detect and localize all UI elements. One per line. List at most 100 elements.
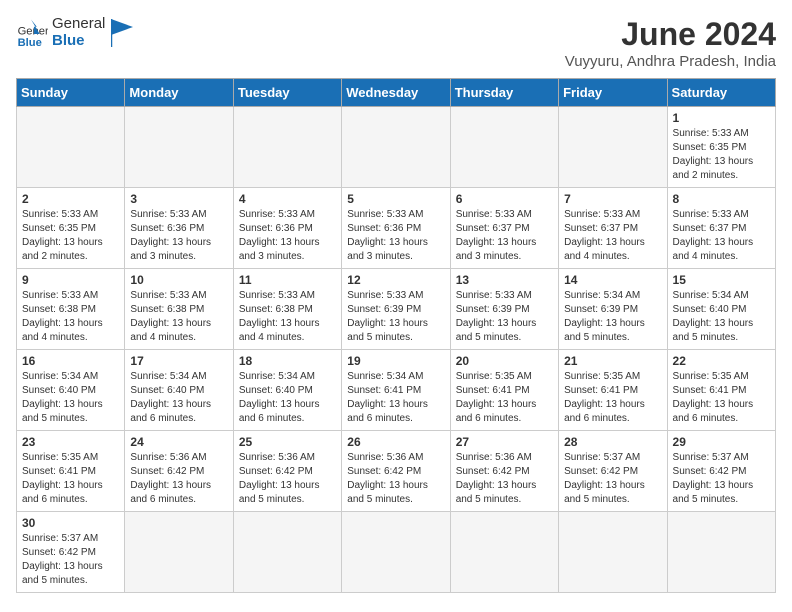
calendar-cell-24: 24Sunrise: 5:36 AM Sunset: 6:42 PM Dayli…: [125, 431, 233, 512]
calendar-cell-11: 11 Sunrise: 5:33 AM Sunset: 6:38 PM Dayli…: [233, 269, 341, 350]
day-number: 26: [347, 435, 444, 449]
weekday-header-sunday: Sunday: [17, 79, 125, 107]
day-number: 8: [673, 192, 770, 206]
day-info: Sunrise: 5:33 AM Sunset: 6:37 PM Dayligh…: [673, 208, 770, 264]
calendar-cell-6: 6 Sunrise: 5:33 AM Sunset: 6:37 PM Daylig…: [450, 188, 558, 269]
day-info: Sunrise: 5:35 AM Sunset: 6:41 PM Dayligh…: [564, 370, 661, 426]
day-number: 11: [239, 273, 336, 287]
weekday-header-tuesday: Tuesday: [233, 79, 341, 107]
calendar-cell-4: 4Sunrise: 5:33 AM Sunset: 6:36 PM Daylig…: [233, 188, 341, 269]
weekday-header-thursday: Thursday: [450, 79, 558, 107]
calendar-cell-26: 26 Sunrise: 5:36 AM Sunset: 6:42 PM Dayli…: [342, 431, 450, 512]
calendar-cell-15: 15 Sunrise: 5:34 AM Sunset: 6:40 PM Dayli…: [667, 269, 775, 350]
weekday-header-monday: Monday: [125, 79, 233, 107]
calendar-cell-empty: [17, 107, 125, 188]
calendar-cell-30: 30Sunrise: 5:37 AM Sunset: 6:42 PM Dayli…: [17, 512, 125, 593]
day-info: Sunrise: 5:33 AM Sunset: 6:36 PM Dayligh…: [130, 208, 227, 264]
day-number: 12: [347, 273, 444, 287]
day-number: 2: [22, 192, 119, 206]
calendar-cell-empty: [233, 512, 341, 593]
calendar-cell-5: 5Sunrise: 5:33 AM Sunset: 6:36 PM Daylig…: [342, 188, 450, 269]
day-number: 17: [130, 354, 227, 368]
day-info: Sunrise: 5:33 AM Sunset: 6:35 PM Dayligh…: [673, 127, 770, 183]
calendar-cell-empty: [342, 107, 450, 188]
calendar-cell-8: 8 Sunrise: 5:33 AM Sunset: 6:37 PM Daylig…: [667, 188, 775, 269]
logo-icon: General Blue: [16, 17, 48, 49]
header: General Blue General Blue June 2024 Vuyy…: [16, 16, 776, 70]
calendar-cell-21: 21 Sunrise: 5:35 AM Sunset: 6:41 PM Dayli…: [559, 350, 667, 431]
day-info: Sunrise: 5:33 AM Sunset: 6:38 PM Dayligh…: [22, 289, 119, 345]
calendar-cell-14: 14 Sunrise: 5:34 AM Sunset: 6:39 PM Dayli…: [559, 269, 667, 350]
calendar-cell-empty: [450, 107, 558, 188]
logo: General Blue General Blue: [16, 16, 133, 49]
day-info: Sunrise: 5:34 AM Sunset: 6:40 PM Dayligh…: [673, 289, 770, 345]
day-number: 1: [673, 111, 770, 125]
day-number: 23: [22, 435, 119, 449]
day-info: Sunrise: 5:34 AM Sunset: 6:40 PM Dayligh…: [130, 370, 227, 426]
calendar-week-4: 23 Sunrise: 5:35 AM Sunset: 6:41 PM Dayli…: [17, 431, 776, 512]
day-number: 18: [239, 354, 336, 368]
day-info: Sunrise: 5:37 AM Sunset: 6:42 PM Dayligh…: [673, 451, 770, 507]
day-info: Sunrise: 5:33 AM Sunset: 6:38 PM Dayligh…: [130, 289, 227, 345]
day-number: 6: [456, 192, 553, 206]
day-number: 16: [22, 354, 119, 368]
calendar-cell-20: 20Sunrise: 5:35 AM Sunset: 6:41 PM Dayli…: [450, 350, 558, 431]
calendar-cell-25: 25Sunrise: 5:36 AM Sunset: 6:42 PM Dayli…: [233, 431, 341, 512]
day-info: Sunrise: 5:36 AM Sunset: 6:42 PM Dayligh…: [130, 451, 227, 507]
logo-general: General: [52, 16, 105, 33]
day-info: Sunrise: 5:34 AM Sunset: 6:39 PM Dayligh…: [564, 289, 661, 345]
calendar-cell-2: 2 Sunrise: 5:33 AM Sunset: 6:35 PM Daylig…: [17, 188, 125, 269]
calendar-cell-29: 29 Sunrise: 5:37 AM Sunset: 6:42 PM Dayli…: [667, 431, 775, 512]
day-number: 7: [564, 192, 661, 206]
calendar-cell-empty: [450, 512, 558, 593]
day-info: Sunrise: 5:33 AM Sunset: 6:39 PM Dayligh…: [456, 289, 553, 345]
calendar-cell-16: 16 Sunrise: 5:34 AM Sunset: 6:40 PM Dayli…: [17, 350, 125, 431]
day-info: Sunrise: 5:35 AM Sunset: 6:41 PM Dayligh…: [673, 370, 770, 426]
day-info: Sunrise: 5:33 AM Sunset: 6:36 PM Dayligh…: [239, 208, 336, 264]
svg-text:Blue: Blue: [18, 36, 42, 48]
day-number: 9: [22, 273, 119, 287]
calendar-cell-empty: [559, 512, 667, 593]
calendar-cell-empty: [125, 107, 233, 188]
calendar-cell-22: 22 Sunrise: 5:35 AM Sunset: 6:41 PM Dayli…: [667, 350, 775, 431]
calendar-cell-empty: [125, 512, 233, 593]
calendar-cell-empty: [559, 107, 667, 188]
title-area: June 2024 Vuyyuru, Andhra Pradesh, India: [565, 16, 776, 70]
calendar-cell-1: 1 Sunrise: 5:33 AM Sunset: 6:35 PM Daylig…: [667, 107, 775, 188]
calendar-week-2: 9 Sunrise: 5:33 AM Sunset: 6:38 PM Daylig…: [17, 269, 776, 350]
weekday-header-friday: Friday: [559, 79, 667, 107]
calendar-table: SundayMondayTuesdayWednesdayThursdayFrid…: [16, 78, 776, 593]
day-info: Sunrise: 5:36 AM Sunset: 6:42 PM Dayligh…: [456, 451, 553, 507]
calendar-cell-28: 28Sunrise: 5:37 AM Sunset: 6:42 PM Dayli…: [559, 431, 667, 512]
calendar-cell-17: 17 Sunrise: 5:34 AM Sunset: 6:40 PM Dayli…: [125, 350, 233, 431]
day-number: 19: [347, 354, 444, 368]
day-info: Sunrise: 5:33 AM Sunset: 6:37 PM Dayligh…: [456, 208, 553, 264]
day-info: Sunrise: 5:34 AM Sunset: 6:40 PM Dayligh…: [22, 370, 119, 426]
day-number: 29: [673, 435, 770, 449]
calendar-cell-9: 9 Sunrise: 5:33 AM Sunset: 6:38 PM Daylig…: [17, 269, 125, 350]
calendar-cell-12: 12Sunrise: 5:33 AM Sunset: 6:39 PM Dayli…: [342, 269, 450, 350]
day-info: Sunrise: 5:34 AM Sunset: 6:40 PM Dayligh…: [239, 370, 336, 426]
calendar-cell-empty: [667, 512, 775, 593]
day-info: Sunrise: 5:37 AM Sunset: 6:42 PM Dayligh…: [22, 532, 119, 588]
calendar-cell-empty: [342, 512, 450, 593]
day-number: 25: [239, 435, 336, 449]
day-number: 27: [456, 435, 553, 449]
day-number: 14: [564, 273, 661, 287]
calendar-cell-3: 3Sunrise: 5:33 AM Sunset: 6:36 PM Daylig…: [125, 188, 233, 269]
day-info: Sunrise: 5:33 AM Sunset: 6:38 PM Dayligh…: [239, 289, 336, 345]
calendar-week-5: 30Sunrise: 5:37 AM Sunset: 6:42 PM Dayli…: [17, 512, 776, 593]
day-number: 15: [673, 273, 770, 287]
logo-flag-icon: [111, 19, 133, 47]
calendar-cell-27: 27 Sunrise: 5:36 AM Sunset: 6:42 PM Dayli…: [450, 431, 558, 512]
calendar-week-1: 2 Sunrise: 5:33 AM Sunset: 6:35 PM Daylig…: [17, 188, 776, 269]
day-number: 22: [673, 354, 770, 368]
day-info: Sunrise: 5:33 AM Sunset: 6:35 PM Dayligh…: [22, 208, 119, 264]
calendar-week-0: 1 Sunrise: 5:33 AM Sunset: 6:35 PM Daylig…: [17, 107, 776, 188]
day-number: 21: [564, 354, 661, 368]
calendar-cell-19: 19Sunrise: 5:34 AM Sunset: 6:41 PM Dayli…: [342, 350, 450, 431]
day-info: Sunrise: 5:35 AM Sunset: 6:41 PM Dayligh…: [22, 451, 119, 507]
day-info: Sunrise: 5:36 AM Sunset: 6:42 PM Dayligh…: [347, 451, 444, 507]
calendar-subtitle: Vuyyuru, Andhra Pradesh, India: [565, 53, 776, 70]
day-number: 20: [456, 354, 553, 368]
